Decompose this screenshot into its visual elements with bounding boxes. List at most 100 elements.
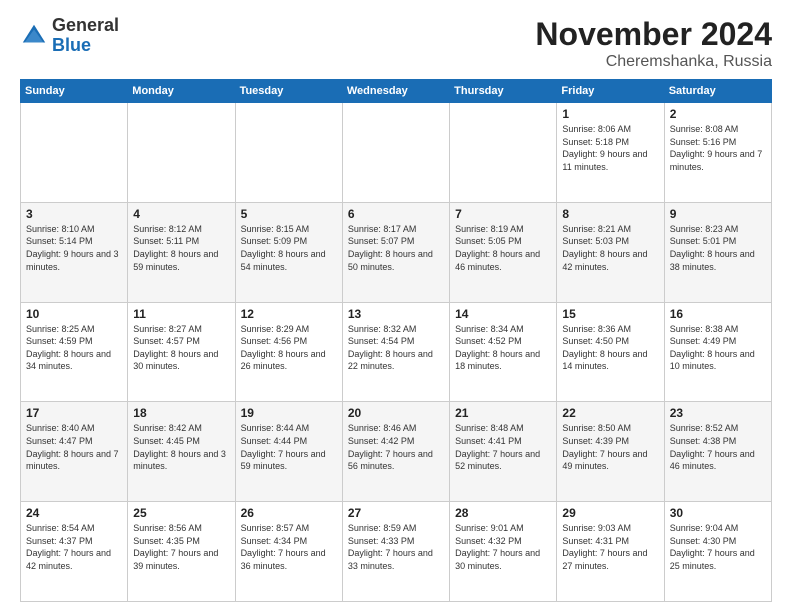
day-info: Sunrise: 8:52 AM Sunset: 4:38 PM Dayligh… [670,422,766,472]
day-number: 14 [455,307,551,321]
header: General Blue November 2024 Cheremshanka,… [20,16,772,71]
calendar-cell: 19 Sunrise: 8:44 AM Sunset: 4:44 PM Dayli… [235,402,342,502]
calendar-cell: 18 Sunrise: 8:42 AM Sunset: 4:45 PM Dayli… [128,402,235,502]
day-info: Sunrise: 8:27 AM Sunset: 4:57 PM Dayligh… [133,323,229,373]
day-info: Sunrise: 8:10 AM Sunset: 5:14 PM Dayligh… [26,223,122,273]
day-info: Sunrise: 9:03 AM Sunset: 4:31 PM Dayligh… [562,522,658,572]
month-title: November 2024 [535,16,772,53]
calendar-cell: 23 Sunrise: 8:52 AM Sunset: 4:38 PM Dayli… [664,402,771,502]
day-info: Sunrise: 8:06 AM Sunset: 5:18 PM Dayligh… [562,123,658,173]
calendar: SundayMondayTuesdayWednesdayThursdayFrid… [20,79,772,602]
day-number: 12 [241,307,337,321]
calendar-cell: 9 Sunrise: 8:23 AM Sunset: 5:01 PM Daylig… [664,202,771,302]
calendar-cell: 30Sunrise: 9:04 AM Sunset: 4:30 PM Dayli… [664,502,771,602]
calendar-week-row: 17 Sunrise: 8:40 AM Sunset: 4:47 PM Dayli… [21,402,772,502]
calendar-week-row: 24 Sunrise: 8:54 AM Sunset: 4:37 PM Dayli… [21,502,772,602]
day-info: Sunrise: 8:15 AM Sunset: 5:09 PM Dayligh… [241,223,337,273]
day-number: 20 [348,406,444,420]
day-number: 23 [670,406,766,420]
calendar-cell: 12 Sunrise: 8:29 AM Sunset: 4:56 PM Dayli… [235,302,342,402]
calendar-cell: 4 Sunrise: 8:12 AM Sunset: 5:11 PM Daylig… [128,202,235,302]
day-number: 17 [26,406,122,420]
title-block: November 2024 Cheremshanka, Russia [535,16,772,71]
calendar-cell: 20 Sunrise: 8:46 AM Sunset: 4:42 PM Dayli… [342,402,449,502]
logo-text: General Blue [52,16,119,56]
weekday-header: Saturday [664,80,771,103]
day-number: 16 [670,307,766,321]
calendar-cell: 8Sunrise: 8:21 AM Sunset: 5:03 PM Daylig… [557,202,664,302]
calendar-cell [342,103,449,203]
calendar-cell: 14 Sunrise: 8:34 AM Sunset: 4:52 PM Dayli… [450,302,557,402]
day-number: 1 [562,107,658,121]
weekday-header-row: SundayMondayTuesdayWednesdayThursdayFrid… [21,80,772,103]
calendar-cell [21,103,128,203]
weekday-header: Sunday [21,80,128,103]
day-info: Sunrise: 8:42 AM Sunset: 4:45 PM Dayligh… [133,422,229,472]
day-number: 21 [455,406,551,420]
day-number: 22 [562,406,658,420]
day-number: 28 [455,506,551,520]
day-info: Sunrise: 8:36 AM Sunset: 4:50 PM Dayligh… [562,323,658,373]
calendar-cell: 2 Sunrise: 8:08 AM Sunset: 5:16 PM Daylig… [664,103,771,203]
day-number: 8 [562,207,658,221]
day-info: Sunrise: 8:50 AM Sunset: 4:39 PM Dayligh… [562,422,658,472]
day-info: Sunrise: 8:08 AM Sunset: 5:16 PM Dayligh… [670,123,766,173]
weekday-header: Tuesday [235,80,342,103]
day-info: Sunrise: 9:01 AM Sunset: 4:32 PM Dayligh… [455,522,551,572]
day-info: Sunrise: 8:40 AM Sunset: 4:47 PM Dayligh… [26,422,122,472]
day-number: 24 [26,506,122,520]
calendar-week-row: 10Sunrise: 8:25 AM Sunset: 4:59 PM Dayli… [21,302,772,402]
day-number: 19 [241,406,337,420]
calendar-cell: 1 Sunrise: 8:06 AM Sunset: 5:18 PM Daylig… [557,103,664,203]
day-number: 25 [133,506,229,520]
logo-line1: General [52,16,119,36]
day-info: Sunrise: 8:17 AM Sunset: 5:07 PM Dayligh… [348,223,444,273]
calendar-week-row: 1 Sunrise: 8:06 AM Sunset: 5:18 PM Daylig… [21,103,772,203]
day-info: Sunrise: 8:44 AM Sunset: 4:44 PM Dayligh… [241,422,337,472]
page: General Blue November 2024 Cheremshanka,… [0,0,792,612]
day-info: Sunrise: 8:46 AM Sunset: 4:42 PM Dayligh… [348,422,444,472]
day-number: 11 [133,307,229,321]
logo-line2: Blue [52,36,119,56]
day-number: 3 [26,207,122,221]
calendar-cell: 15 Sunrise: 8:36 AM Sunset: 4:50 PM Dayli… [557,302,664,402]
day-info: Sunrise: 8:38 AM Sunset: 4:49 PM Dayligh… [670,323,766,373]
day-info: Sunrise: 8:34 AM Sunset: 4:52 PM Dayligh… [455,323,551,373]
day-number: 13 [348,307,444,321]
calendar-cell: 16 Sunrise: 8:38 AM Sunset: 4:49 PM Dayli… [664,302,771,402]
calendar-cell: 22 Sunrise: 8:50 AM Sunset: 4:39 PM Dayli… [557,402,664,502]
day-info: Sunrise: 8:48 AM Sunset: 4:41 PM Dayligh… [455,422,551,472]
calendar-cell: 17 Sunrise: 8:40 AM Sunset: 4:47 PM Dayli… [21,402,128,502]
calendar-cell: 11 Sunrise: 8:27 AM Sunset: 4:57 PM Dayli… [128,302,235,402]
day-info: Sunrise: 8:12 AM Sunset: 5:11 PM Dayligh… [133,223,229,273]
day-number: 2 [670,107,766,121]
day-number: 9 [670,207,766,221]
day-number: 7 [455,207,551,221]
day-info: Sunrise: 8:32 AM Sunset: 4:54 PM Dayligh… [348,323,444,373]
day-info: Sunrise: 9:04 AM Sunset: 4:30 PM Dayligh… [670,522,766,572]
calendar-cell [128,103,235,203]
day-info: Sunrise: 8:29 AM Sunset: 4:56 PM Dayligh… [241,323,337,373]
weekday-header: Wednesday [342,80,449,103]
logo-icon [20,22,48,50]
calendar-cell: 21 Sunrise: 8:48 AM Sunset: 4:41 PM Dayli… [450,402,557,502]
day-number: 29 [562,506,658,520]
day-number: 6 [348,207,444,221]
logo: General Blue [20,16,119,56]
day-number: 4 [133,207,229,221]
calendar-cell: 28 Sunrise: 9:01 AM Sunset: 4:32 PM Dayli… [450,502,557,602]
calendar-cell [235,103,342,203]
weekday-header: Monday [128,80,235,103]
day-info: Sunrise: 8:54 AM Sunset: 4:37 PM Dayligh… [26,522,122,572]
calendar-cell: 5 Sunrise: 8:15 AM Sunset: 5:09 PM Daylig… [235,202,342,302]
day-info: Sunrise: 8:23 AM Sunset: 5:01 PM Dayligh… [670,223,766,273]
weekday-header: Thursday [450,80,557,103]
calendar-cell: 6 Sunrise: 8:17 AM Sunset: 5:07 PM Daylig… [342,202,449,302]
calendar-week-row: 3 Sunrise: 8:10 AM Sunset: 5:14 PM Daylig… [21,202,772,302]
calendar-cell: 24 Sunrise: 8:54 AM Sunset: 4:37 PM Dayli… [21,502,128,602]
day-info: Sunrise: 8:19 AM Sunset: 5:05 PM Dayligh… [455,223,551,273]
day-number: 18 [133,406,229,420]
day-number: 15 [562,307,658,321]
day-number: 5 [241,207,337,221]
calendar-cell: 10Sunrise: 8:25 AM Sunset: 4:59 PM Dayli… [21,302,128,402]
